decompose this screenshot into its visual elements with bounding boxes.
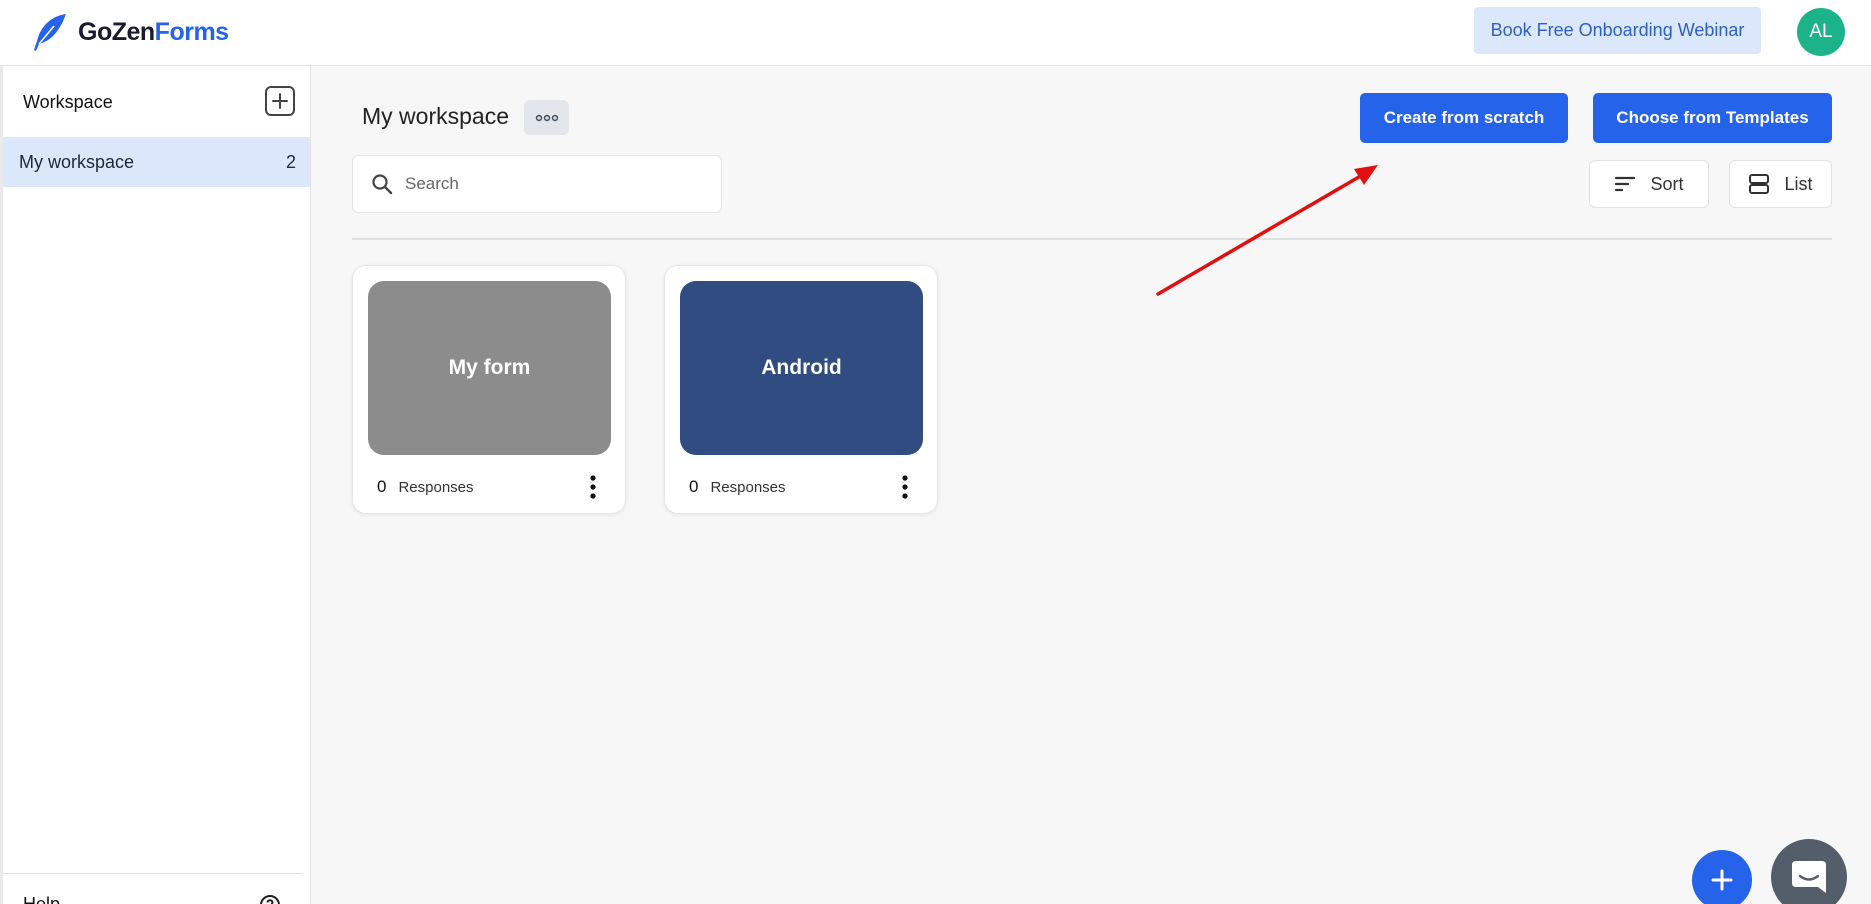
workspace-options-button[interactable] (524, 100, 569, 135)
sidebar-item-my-workspace[interactable]: My workspace 2 (3, 137, 310, 187)
help-circle-icon[interactable] (259, 894, 281, 904)
form-options-button[interactable] (895, 472, 915, 502)
book-webinar-button[interactable]: Book Free Onboarding Webinar (1474, 7, 1761, 54)
list-label: List (1784, 173, 1813, 194)
choose-from-templates-button[interactable]: Choose from Templates (1593, 93, 1832, 143)
responses-label: Responses (398, 478, 474, 496)
more-vertical-icon (902, 475, 908, 499)
responses-count: 0 (689, 477, 699, 496)
form-options-button[interactable] (583, 472, 603, 502)
feather-logo-icon (34, 14, 66, 51)
responses-summary: 0 Responses (377, 477, 474, 497)
user-avatar[interactable]: AL (1797, 8, 1845, 56)
sidebar-title: Workspace (23, 92, 113, 112)
page-title: My workspace (362, 103, 509, 129)
more-horizontal-icon (535, 114, 558, 121)
create-from-scratch-button[interactable]: Create from scratch (1360, 93, 1568, 143)
list-view-button[interactable]: List (1729, 160, 1832, 208)
brand-name-part2: Forms (154, 17, 229, 46)
annotation-arrow-icon (1156, 165, 1378, 296)
sidebar: Workspace My workspace 2 Help (0, 66, 311, 904)
search-input[interactable] (405, 174, 705, 194)
form-thumbnail[interactable]: Android (680, 281, 923, 455)
brand-logo[interactable]: GoZenForms (28, 10, 229, 54)
content-divider (352, 238, 1832, 240)
form-card-android[interactable]: Android 0 Responses (664, 265, 938, 514)
responses-summary: 0 Responses (689, 477, 786, 497)
plus-icon (272, 93, 288, 109)
responses-label: Responses (710, 478, 786, 496)
chat-launcher[interactable] (1771, 839, 1847, 904)
add-form-fab[interactable] (1692, 850, 1752, 904)
more-vertical-icon (590, 475, 596, 499)
search-box[interactable] (352, 155, 722, 213)
top-header: GoZenForms Book Free Onboarding Webinar … (0, 0, 1871, 66)
add-workspace-button[interactable] (265, 86, 295, 116)
sort-icon (1615, 176, 1636, 192)
search-icon (372, 174, 393, 195)
form-thumbnail[interactable]: My form (368, 281, 611, 455)
plus-icon (1711, 869, 1733, 891)
chat-icon (1792, 861, 1826, 893)
sidebar-item-label: My workspace (19, 151, 135, 172)
sidebar-divider (3, 873, 303, 874)
sort-button[interactable]: Sort (1589, 160, 1709, 208)
responses-count: 0 (377, 477, 387, 496)
help-link[interactable]: Help (23, 894, 60, 904)
brand-name-part1: GoZen (78, 17, 155, 46)
list-view-icon (1749, 174, 1770, 194)
form-card-my-form[interactable]: My form 0 Responses (352, 265, 626, 514)
sort-label: Sort (1650, 173, 1684, 194)
sidebar-item-count: 2 (285, 151, 296, 172)
